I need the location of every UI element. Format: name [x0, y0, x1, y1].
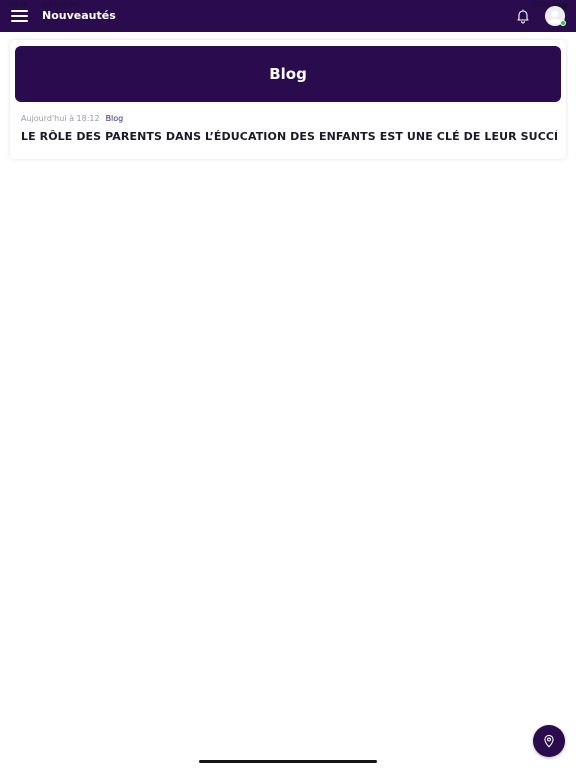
page-title: Nouveautés	[42, 9, 116, 22]
location-button[interactable]	[533, 725, 565, 757]
location-pin-icon	[544, 734, 554, 748]
app-bar: 18:49 Sat Nov 26 100% Nouveautés	[0, 0, 576, 32]
screen: 18:49 Sat Nov 26 100% Nouveautés Blog Au…	[0, 0, 576, 768]
post-headline[interactable]: LE RÔLE DES PARENTS DANS L’ÉDUCATION DES…	[21, 130, 557, 143]
hamburger-menu-icon[interactable]	[11, 10, 28, 22]
post-category-link[interactable]: Blog	[106, 114, 124, 123]
news-card[interactable]: Blog Aujourd'hui à 18:12 Blog LE RÔLE DES…	[10, 40, 566, 159]
card-meta: Aujourd'hui à 18:12 Blog	[21, 114, 123, 124]
card-banner-title: Blog	[269, 65, 307, 83]
bell-icon[interactable]	[515, 8, 531, 24]
online-status-dot	[560, 20, 566, 26]
card-banner: Blog	[15, 46, 561, 102]
home-indicator[interactable]	[199, 760, 377, 763]
post-date: Aujourd'hui à 18:12	[21, 114, 100, 123]
